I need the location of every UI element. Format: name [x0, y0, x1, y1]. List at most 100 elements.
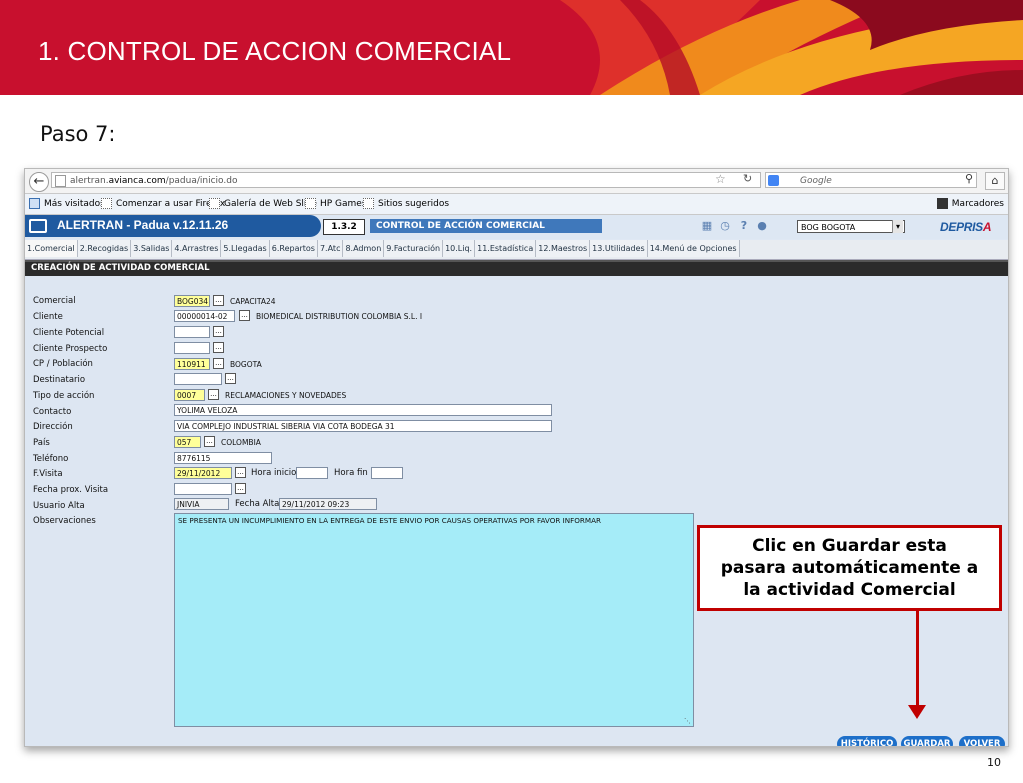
label-destinatario: Destinatario [33, 375, 86, 385]
search-input[interactable]: Google [765, 172, 977, 188]
volver-button[interactable]: VOLVER [959, 736, 1005, 746]
bookmark-icon [101, 198, 112, 209]
cliente-prospecto-field[interactable] [174, 342, 210, 354]
lookup-button[interactable]: ... [208, 389, 219, 400]
label-pais: País [33, 438, 50, 448]
app-bar: ALERTRAN - Padua v.12.11.26 1.3.2 CONTRO… [25, 215, 1008, 239]
calendar-button[interactable]: ... [235, 467, 246, 478]
lookup-button[interactable]: ... [204, 436, 215, 447]
clock-icon[interactable]: ◷ [719, 220, 731, 232]
back-arrow-icon[interactable]: ← [29, 172, 49, 192]
home-icon[interactable]: ⌂ [985, 172, 1005, 190]
page-number: 10 [987, 756, 1001, 769]
menu-tab-opciones[interactable]: 14.Menú de Opciones [647, 240, 740, 257]
menu-tab-utilidades[interactable]: 13.Utilidades [590, 240, 648, 257]
menu-tab-repartos[interactable]: 6.Repartos [269, 240, 318, 257]
resize-grip-icon[interactable]: ⋱ [684, 717, 691, 725]
telefono-field[interactable]: 8776115 [174, 452, 272, 464]
tipo-accion-name: RECLAMACIONES Y NOVEDADES [225, 391, 347, 400]
menu-tab-salidas[interactable]: 3.Salidas [131, 240, 173, 257]
url-prefix: alertran. [70, 176, 109, 186]
app-name: ALERTRAN - Padua v.12.11.26 [57, 218, 229, 232]
menu-tab-arrastres[interactable]: 4.Arrastres [172, 240, 222, 257]
label-observaciones: Observaciones [33, 516, 96, 526]
label-usuario-alta: Usuario Alta [33, 501, 85, 511]
callout-arrow-line [916, 611, 919, 710]
lookup-button[interactable]: ... [213, 295, 224, 306]
guardar-button[interactable]: GUARDAR [901, 736, 953, 746]
fvisita-field[interactable]: 29/11/2012 [174, 467, 232, 479]
menu-tab-facturacion[interactable]: 9.Facturación [384, 240, 444, 257]
menu-tab-admon[interactable]: 8.Admon [343, 240, 385, 257]
label-telefono: Teléfono [33, 454, 69, 464]
bookmark-item[interactable]: Más visitados [29, 198, 105, 209]
search-icon[interactable]: ⚲ [965, 172, 973, 185]
app-screenshot: ← alertran.avianca.com/padua/inicio.do ☆… [24, 168, 1009, 747]
menu-tab-atc[interactable]: 7.Atc [317, 240, 344, 257]
bookmark-item[interactable]: Galería de Web Slice [209, 198, 317, 209]
comercial-code-field[interactable]: BOG034 [174, 295, 210, 307]
label-hora-inicio: Hora inicio [251, 468, 297, 478]
address-bar[interactable]: alertran.avianca.com/padua/inicio.do [51, 172, 761, 188]
bookmarks-menu[interactable]: Marcadores [936, 198, 1004, 209]
bookmark-icon [209, 198, 220, 209]
cliente-potencial-field[interactable] [174, 326, 210, 338]
menu-tab-llegadas[interactable]: 5.Llegadas [221, 240, 270, 257]
tipo-accion-code-field[interactable]: 0007 [174, 389, 205, 401]
pais-name: COLOMBIA [221, 438, 261, 447]
label-fecha-alta: Fecha Alta [235, 499, 280, 509]
pais-code-field[interactable]: 057 [174, 436, 201, 448]
main-menu: 1.Comercial 2.Recogidas 3.Salidas 4.Arra… [25, 240, 1008, 260]
arrow-down-icon [908, 705, 926, 719]
calendar-button[interactable]: ... [235, 483, 246, 494]
lookup-button[interactable]: ... [213, 342, 224, 353]
app-title-bar: ALERTRAN - Padua v.12.11.26 [25, 215, 321, 237]
lookup-button[interactable]: ... [239, 310, 250, 321]
google-logo-icon [768, 175, 779, 186]
menu-tab-estadistica[interactable]: 11.Estadística [475, 240, 537, 257]
destinatario-field[interactable] [174, 373, 222, 385]
user-icon[interactable]: ● [756, 220, 768, 232]
bookmark-icon [305, 198, 316, 209]
bookmark-item[interactable]: Sitios sugeridos [363, 198, 449, 209]
calendar-icon[interactable]: ▦ [701, 220, 713, 232]
menu-tab-maestros[interactable]: 12.Maestros [536, 240, 591, 257]
usuario-alta-field: JNIVIA [174, 498, 229, 510]
label-direccion: Dirección [33, 422, 73, 432]
menu-tab-recogidas[interactable]: 2.Recogidas [77, 240, 132, 257]
location-select[interactable]: BOG BOGOTA [797, 220, 905, 233]
cp-code-field[interactable]: 110911 [174, 358, 210, 370]
cliente-code-field[interactable]: 00000014-02 [174, 310, 235, 322]
observaciones-textarea[interactable]: SE PRESENTA UN INCUMPLIMIENTO EN LA ENTR… [174, 513, 694, 727]
section-title: CREACIÓN DE ACTIVIDAD COMERCIAL [31, 263, 210, 273]
comercial-name: CAPACITA24 [230, 297, 276, 306]
observaciones-text: SE PRESENTA UN INCUMPLIMIENTO EN LA ENTR… [178, 516, 602, 525]
activity-form: Comercial Cliente Cliente Potencial Clie… [25, 276, 1008, 746]
browser-url-row: ← alertran.avianca.com/padua/inicio.do ☆… [25, 169, 1008, 194]
label-comercial: Comercial [33, 296, 76, 306]
label-cliente-potencial: Cliente Potencial [33, 328, 105, 338]
lookup-button[interactable]: ... [213, 326, 224, 337]
menu-tab-comercial[interactable]: 1.Comercial [25, 240, 78, 257]
bookmark-item[interactable]: Comenzar a usar Firefox [101, 198, 225, 209]
star-icon[interactable]: ☆ [715, 172, 726, 186]
reload-icon[interactable]: ↻ [743, 172, 752, 185]
lookup-button[interactable]: ... [213, 358, 224, 369]
truck-icon [29, 219, 47, 233]
lookup-button[interactable]: ... [225, 373, 236, 384]
help-icon[interactable]: ? [738, 220, 750, 232]
direccion-field[interactable]: VIA COMPLEJO INDUSTRIAL SIBERIA VIA COTA… [174, 420, 552, 432]
hora-inicio-field[interactable] [296, 467, 328, 479]
contacto-field[interactable]: YOLIMA VELOZA [174, 404, 552, 416]
label-fecha-prox-visita: Fecha prox. Visita [33, 485, 109, 495]
historico-button[interactable]: HISTÓRICO [837, 736, 897, 746]
slide-header: 1. CONTROL DE ACCION COMERCIAL [0, 0, 1023, 95]
slide-title: 1. CONTROL DE ACCION COMERCIAL [38, 36, 512, 66]
bookmark-item[interactable]: HP Games [305, 198, 367, 209]
cp-name: BOGOTA [230, 360, 262, 369]
screen-code: 1.3.2 [323, 219, 365, 235]
fecha-prox-visita-field[interactable] [174, 483, 232, 495]
hora-fin-field[interactable] [371, 467, 403, 479]
bookmarks-icon [936, 198, 948, 209]
menu-tab-liq[interactable]: 10.Liq. [443, 240, 476, 257]
